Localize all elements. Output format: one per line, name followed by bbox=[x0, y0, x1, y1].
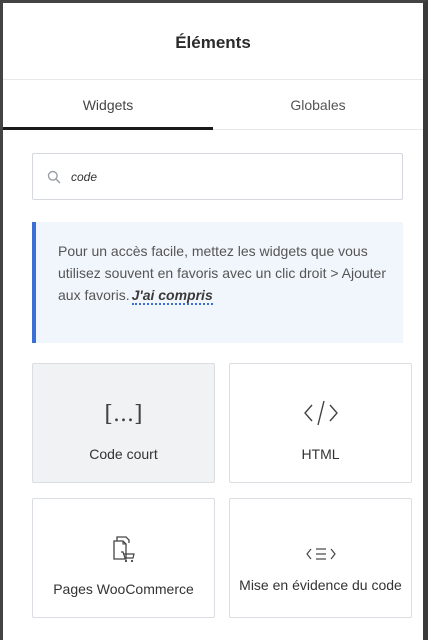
widget-label: HTML bbox=[301, 446, 340, 462]
widget-woocommerce-pages[interactable]: Pages WooCommerce bbox=[32, 498, 215, 618]
widget-label: Pages WooCommerce bbox=[53, 581, 194, 597]
woocommerce-pages-icon bbox=[112, 536, 135, 563]
got-it-link[interactable]: J'ai compris bbox=[131, 287, 213, 305]
panel-title: Éléments bbox=[175, 33, 251, 52]
search-container bbox=[3, 130, 423, 200]
widget-label: Mise en évidence du code bbox=[239, 577, 402, 593]
search-icon bbox=[47, 170, 61, 183]
html-code-icon bbox=[303, 400, 338, 426]
tab-globales-label: Globales bbox=[290, 96, 346, 113]
tab-widgets-label: Widgets bbox=[82, 96, 134, 113]
widget-icon-box: [...] bbox=[33, 364, 214, 430]
widgets-grid: [...] Code court HTML Pages WooCommerce … bbox=[32, 363, 412, 618]
favorites-notice: Pour un accès facile, mettez les widgets… bbox=[32, 222, 403, 343]
panel-tabs: Widgets Globales bbox=[3, 80, 423, 130]
widget-shortcode[interactable]: [...] Code court bbox=[32, 363, 215, 483]
elements-panel: Éléments Widgets Globales Pour un accès … bbox=[0, 0, 428, 640]
shortcode-icon: [...] bbox=[104, 402, 143, 427]
widget-html[interactable]: HTML bbox=[229, 363, 412, 483]
panel-header: Éléments bbox=[3, 3, 423, 80]
search-box bbox=[32, 153, 403, 200]
widget-icon-box bbox=[230, 364, 411, 430]
widget-icon-box bbox=[33, 499, 214, 565]
tab-widgets[interactable]: Widgets bbox=[3, 80, 213, 130]
search-input[interactable] bbox=[69, 168, 369, 185]
widget-icon-box bbox=[230, 499, 411, 565]
widget-label: Code court bbox=[89, 446, 158, 462]
widget-code-highlight[interactable]: Mise en évidence du code bbox=[229, 498, 412, 618]
tab-globales[interactable]: Globales bbox=[213, 80, 423, 129]
notice-text: Pour un accès facile, mettez les widgets… bbox=[58, 243, 387, 303]
code-highlight-icon bbox=[305, 548, 336, 560]
